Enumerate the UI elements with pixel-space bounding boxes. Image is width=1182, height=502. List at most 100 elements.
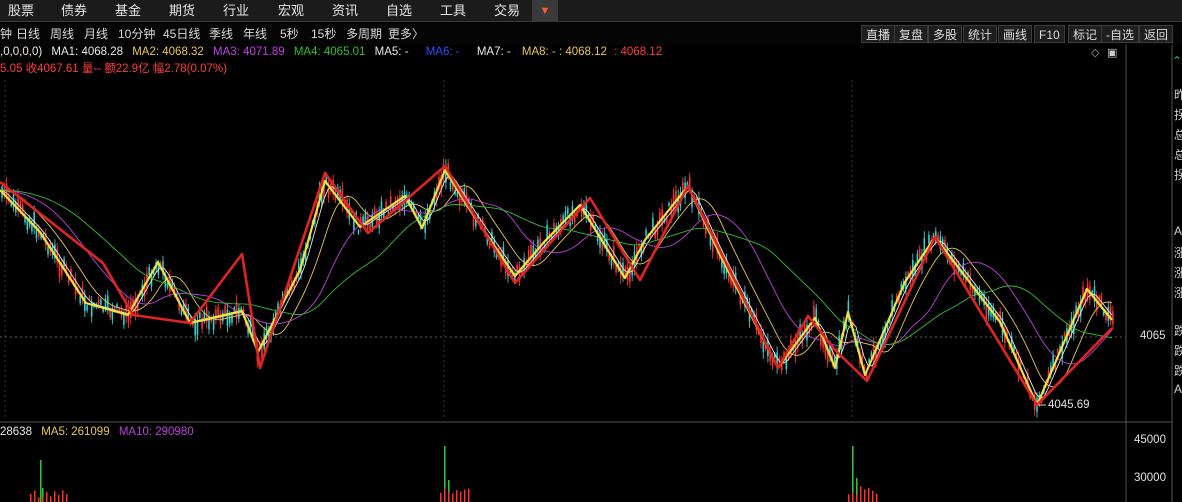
stats-button[interactable]: 统计 [963, 25, 998, 43]
candle-body [997, 313, 999, 319]
candle-body [84, 295, 86, 311]
candle-body [24, 215, 26, 223]
candle-body [675, 190, 677, 206]
zigzag-yellow-line [0, 168, 1113, 407]
period-quarter[interactable]: 季线 [209, 23, 233, 45]
candle-body [346, 199, 348, 213]
candle-body [872, 343, 875, 360]
candle-body [265, 326, 268, 339]
candle-body [194, 319, 196, 336]
nav-bonds[interactable]: 债券 [61, 0, 87, 22]
candle-body [645, 229, 647, 236]
candle-body [479, 220, 482, 228]
volume-bar [50, 496, 52, 502]
caret-down-icon[interactable]: ▼ [532, 0, 558, 22]
candle-body [886, 324, 889, 331]
candle-body [272, 318, 275, 331]
f10-button[interactable]: F10 [1034, 25, 1065, 43]
candle-body [1029, 392, 1031, 399]
candle-body [663, 218, 666, 223]
remove-watchlist-button[interactable]: -自选 [1101, 25, 1139, 43]
candle-body [325, 175, 328, 183]
mark-button[interactable]: 标记 [1068, 25, 1103, 43]
candle-body [215, 309, 217, 321]
candle-body [1100, 295, 1103, 306]
candle-body [935, 231, 937, 242]
candle-body [668, 202, 670, 206]
nav-news[interactable]: 资讯 [332, 0, 358, 22]
candle-body [734, 272, 737, 289]
candle-body [569, 217, 571, 227]
candle-body [102, 307, 104, 312]
candle-body [585, 201, 587, 218]
candle-body [254, 334, 256, 343]
candle-body [5, 183, 8, 199]
candle-body [546, 225, 548, 240]
volume-bar [66, 494, 68, 502]
zigzag-layer [0, 164, 1113, 407]
candle-body [54, 244, 56, 259]
candle-body [831, 349, 834, 363]
nav-tools[interactable]: 工具 [440, 0, 466, 22]
period-year[interactable]: 年线 [243, 23, 267, 45]
period-15sec[interactable]: 15秒 [311, 23, 336, 45]
nav-trade[interactable]: 交易 [494, 0, 520, 22]
candle-body [737, 288, 739, 292]
period-multi[interactable]: 多周期 [346, 23, 382, 45]
candle-body [318, 187, 321, 202]
chevron-up-icon[interactable]: ⌃ [1172, 54, 1182, 68]
volume-bar [856, 495, 858, 502]
candle-body [468, 198, 470, 205]
nav-macro[interactable]: 宏观 [278, 0, 304, 22]
candle-body [953, 258, 955, 275]
candle-body [373, 207, 376, 216]
candle-body [422, 223, 424, 228]
period-day[interactable]: 日线 [16, 23, 40, 45]
period-more[interactable]: 更多〉 [388, 23, 424, 45]
candle-body [419, 214, 422, 226]
multi-stock-button[interactable]: 多股 [928, 25, 963, 43]
window-icon[interactable]: ▣ [1107, 46, 1117, 59]
period-week[interactable]: 周线 [50, 23, 74, 45]
candle-body [348, 204, 351, 219]
nav-industry[interactable]: 行业 [223, 0, 249, 22]
period-5sec[interactable]: 5秒 [280, 23, 299, 45]
candle-body [134, 298, 137, 314]
nav-stocks[interactable]: 股票 [8, 0, 34, 22]
candle-body [343, 200, 346, 207]
ma8-value: MA8: - : 4068.12 [521, 46, 607, 58]
period-10min[interactable]: 10分钟 [118, 23, 155, 45]
period-minute[interactable]: 钟 [0, 23, 12, 45]
candle-body [120, 308, 123, 317]
candle-body [946, 247, 949, 259]
candle-body [665, 215, 668, 223]
candle-body [1066, 328, 1068, 343]
candle-body [70, 268, 72, 277]
candle-body [507, 260, 509, 277]
period-45day[interactable]: 45日线 [163, 23, 200, 45]
candle-body [438, 176, 440, 190]
nav-funds[interactable]: 基金 [115, 0, 141, 22]
nav-watchlist[interactable]: 自选 [386, 0, 412, 22]
candle-body [309, 235, 311, 240]
back-button[interactable]: 返回 [1139, 25, 1174, 43]
candle-body [1017, 358, 1020, 376]
nav-futures[interactable]: 期货 [169, 0, 195, 22]
candle-body [302, 253, 305, 263]
candle-body [1008, 341, 1011, 348]
diamond-icon[interactable]: ◇ [1091, 46, 1099, 59]
ma4-value: MA4: 4065.01 [293, 46, 366, 58]
candle-body [969, 274, 972, 290]
candle-body [1063, 332, 1066, 337]
draw-line-button[interactable]: 画线 [998, 25, 1033, 43]
candle-body [263, 332, 265, 349]
ma-params: ,0,0,0,0) [0, 46, 43, 58]
volume-bar [452, 493, 454, 502]
live-button[interactable]: 直播 [861, 25, 896, 43]
candle-body [300, 258, 302, 274]
candle-body [762, 335, 765, 353]
review-button[interactable]: 复盘 [894, 25, 929, 43]
period-month[interactable]: 月线 [84, 23, 108, 45]
candle-body [445, 165, 447, 183]
candle-body [1036, 397, 1038, 412]
